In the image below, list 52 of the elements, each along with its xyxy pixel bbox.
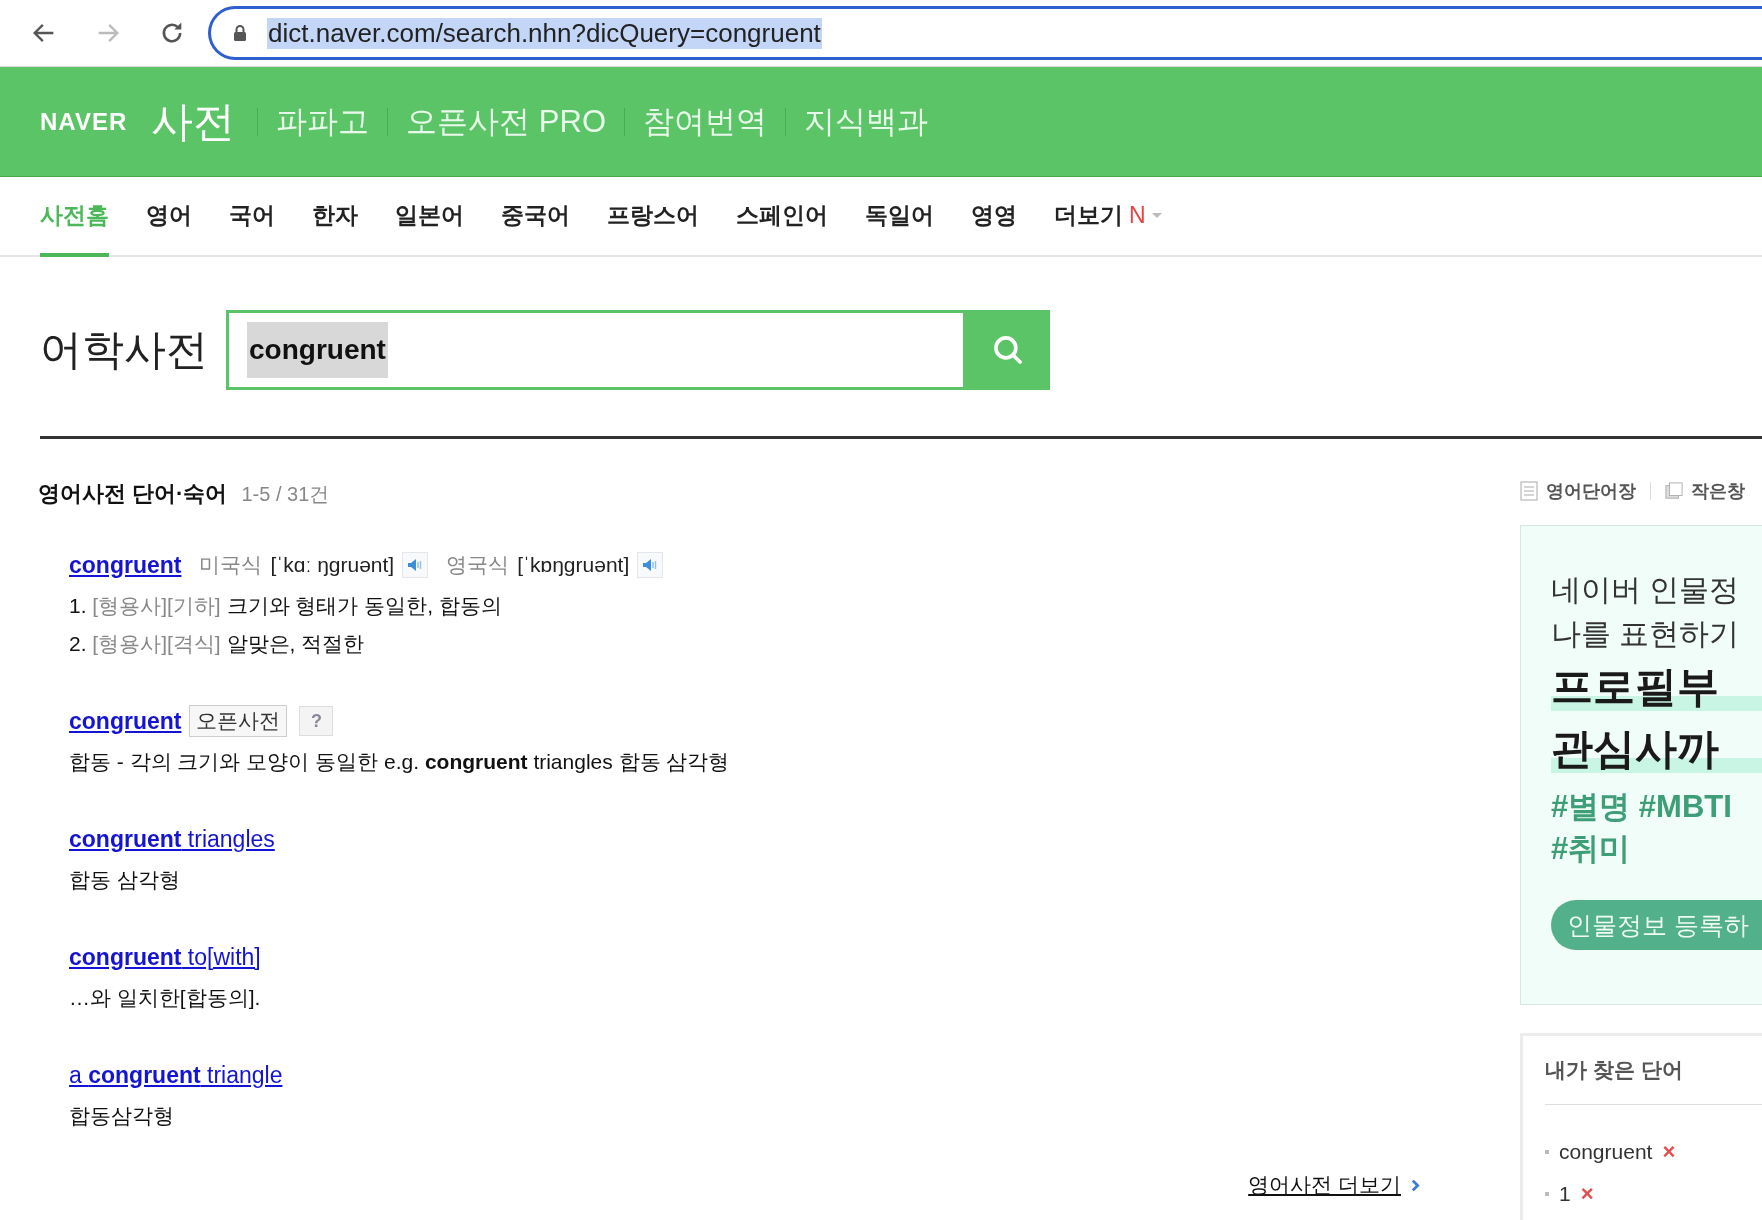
entry-link[interactable]: congruent triangles <box>69 825 275 853</box>
more-link[interactable]: 영어사전 더보기 <box>1248 1171 1401 1199</box>
entry-link[interactable]: congruent to[with] <box>69 943 261 971</box>
chevron-icon <box>1411 1178 1420 1192</box>
history-word[interactable]: congruent <box>1559 1140 1653 1164</box>
ad-text: 나를 표현하기 <box>1551 616 1741 652</box>
pronunciation: [ˈkɑː ŋgruənt] <box>270 553 395 577</box>
ad-text: 네이버 인물정 <box>1551 572 1741 608</box>
nav-tab[interactable]: 스페인어 <box>736 177 828 257</box>
window-icon <box>1665 481 1683 501</box>
remove-button[interactable]: × <box>1662 1139 1676 1165</box>
nav-tab[interactable]: 프랑스어 <box>607 177 699 257</box>
search-title: 어학사전 <box>40 325 209 375</box>
lock-icon <box>233 24 247 42</box>
nav-tab[interactable]: 일본어 <box>395 177 464 257</box>
nav-tab[interactable]: 영어 <box>146 177 192 257</box>
nav-tab[interactable]: 한자 <box>312 177 358 257</box>
result-count: 1-5 / 31건 <box>241 482 330 507</box>
wordbook-link[interactable]: 영어단어장 <box>1546 479 1636 503</box>
entry-link[interactable]: a congruent triangle <box>69 1061 283 1089</box>
pronunciation-label: 미국식 <box>199 552 263 578</box>
history-title: 내가 찾은 단어 <box>1545 1057 1684 1083</box>
hashtag: #취미 <box>1551 830 1632 868</box>
search-icon <box>991 333 1025 367</box>
nav-tab[interactable]: 국어 <box>229 177 275 257</box>
speaker-icon[interactable] <box>637 552 664 578</box>
definition: 합동 - 각의 크기와 모양이 동일한 e.g. congruent triangles 합동 삼각형 <box>69 749 731 775</box>
hashtag: #별명 #MBTI <box>1551 788 1733 826</box>
nav-tab[interactable]: 영영 <box>971 177 1017 257</box>
meaning: 1. [형용사][기하] 크기와 형태가 동일한, 합동의 <box>69 593 503 619</box>
ad-banner[interactable]: 네이버 인물정 나를 표현하기 프로필부 관심사까 #별명 #MBTI #취미 인물정보 등록하 <box>1520 525 1762 1005</box>
remove-button[interactable]: × <box>1580 1181 1594 1207</box>
definition: 합동삼각형 <box>69 1103 175 1129</box>
nav-tab[interactable]: 중국어 <box>501 177 570 257</box>
pronunciation-label: 영국식 <box>446 552 510 578</box>
meaning: 2. [형용사][격식] 알맞은, 적절한 <box>69 631 366 657</box>
speaker-icon[interactable] <box>402 552 429 578</box>
entry-link[interactable]: congruent <box>69 551 182 579</box>
history-word[interactable]: 1 <box>1559 1182 1571 1206</box>
nav-tab[interactable]: 독일어 <box>865 177 934 257</box>
definition: 합동 삼각형 <box>69 867 181 893</box>
address-bar[interactable]: dict.naver.com/search.nhn?dicQuery=congruent <box>208 6 1762 60</box>
search-button[interactable] <box>966 310 1050 390</box>
open-dictionary-tag: 오픈사전 <box>189 705 288 737</box>
definition: …와 일치한[합동의]. <box>69 985 262 1011</box>
entry-link[interactable]: congruent <box>69 707 182 735</box>
nav-tab[interactable]: 더보기 N <box>1054 177 1162 257</box>
notebook-icon <box>1520 481 1538 501</box>
search-field[interactable]: congruent <box>226 310 966 390</box>
section-title: 영어사전 단어·숙어 <box>38 480 228 508</box>
pronunciation: [ˈkɒŋgruənt] <box>517 553 630 577</box>
small-window-link[interactable]: 작은창 <box>1691 479 1745 503</box>
